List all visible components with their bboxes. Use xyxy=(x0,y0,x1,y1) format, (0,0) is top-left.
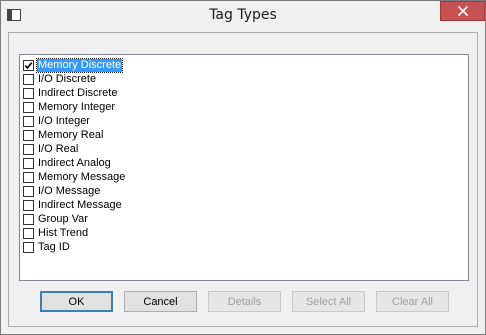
list-item-indirect-message[interactable]: Indirect Message xyxy=(23,198,123,212)
details-button[interactable]: Details xyxy=(208,291,281,312)
list-item-indirect-discrete[interactable]: Indirect Discrete xyxy=(23,86,118,100)
clear-all-button[interactable]: Clear All xyxy=(376,291,449,312)
list-item-label: I/O Message xyxy=(38,184,101,197)
checkbox[interactable] xyxy=(23,185,34,197)
list-item-indirect-analog[interactable]: Indirect Analog xyxy=(23,156,112,170)
close-icon xyxy=(457,6,468,16)
checkbox[interactable] xyxy=(23,213,34,225)
list-item-io-real[interactable]: I/O Real xyxy=(23,142,79,156)
list-item-io-integer[interactable]: I/O Integer xyxy=(23,114,91,128)
list-item-label: Indirect Discrete xyxy=(38,86,118,99)
select-all-button[interactable]: Select All xyxy=(292,291,365,312)
checkbox[interactable] xyxy=(23,101,34,113)
tag-types-dialog: Tag Types Memory Discrete I/O Discrete I… xyxy=(0,0,486,335)
title-bar: Tag Types xyxy=(1,1,485,32)
list-item-label: Memory Discrete xyxy=(35,57,124,73)
list-item-label: Group Var xyxy=(38,212,88,225)
ok-button[interactable]: OK xyxy=(40,291,113,312)
list-item-memory-message[interactable]: Memory Message xyxy=(23,170,126,184)
list-item-group-var[interactable]: Group Var xyxy=(23,212,89,226)
checkbox[interactable] xyxy=(23,115,34,127)
checkbox[interactable] xyxy=(23,87,34,99)
tag-type-list[interactable]: Memory Discrete I/O Discrete Indirect Di… xyxy=(19,54,469,281)
checkbox[interactable] xyxy=(23,199,34,211)
list-item-label: Indirect Message xyxy=(38,198,122,211)
list-item-label: Hist Trend xyxy=(38,226,89,239)
checkbox[interactable] xyxy=(23,59,34,71)
list-item-tag-id[interactable]: Tag ID xyxy=(23,240,71,254)
checkbox[interactable] xyxy=(23,143,34,155)
list-item-io-discrete[interactable]: I/O Discrete xyxy=(23,72,97,86)
list-item-label: Memory Message xyxy=(38,170,126,183)
checkbox[interactable] xyxy=(23,157,34,169)
checkbox[interactable] xyxy=(23,171,34,183)
list-item-label: I/O Discrete xyxy=(38,72,97,85)
close-button[interactable] xyxy=(440,1,485,21)
list-item-memory-discrete[interactable]: Memory Discrete xyxy=(23,57,124,73)
list-item-label: Memory Integer xyxy=(38,100,116,113)
checkbox[interactable] xyxy=(23,73,34,85)
list-item-label: I/O Real xyxy=(38,142,79,155)
checkbox[interactable] xyxy=(23,129,34,141)
list-item-label: Memory Real xyxy=(38,128,104,141)
list-item-memory-real[interactable]: Memory Real xyxy=(23,128,104,142)
list-item-hist-trend[interactable]: Hist Trend xyxy=(23,226,89,240)
list-item-io-message[interactable]: I/O Message xyxy=(23,184,101,198)
list-item-label: Indirect Analog xyxy=(38,156,111,169)
cancel-button[interactable]: Cancel xyxy=(124,291,197,312)
checkmark-icon xyxy=(24,61,33,69)
checkbox[interactable] xyxy=(23,241,34,253)
checkbox[interactable] xyxy=(23,227,34,239)
list-item-label: I/O Integer xyxy=(38,114,90,127)
window-title: Tag Types xyxy=(209,7,277,23)
list-item-label: Tag ID xyxy=(38,240,70,253)
list-item-memory-integer[interactable]: Memory Integer xyxy=(23,100,116,114)
